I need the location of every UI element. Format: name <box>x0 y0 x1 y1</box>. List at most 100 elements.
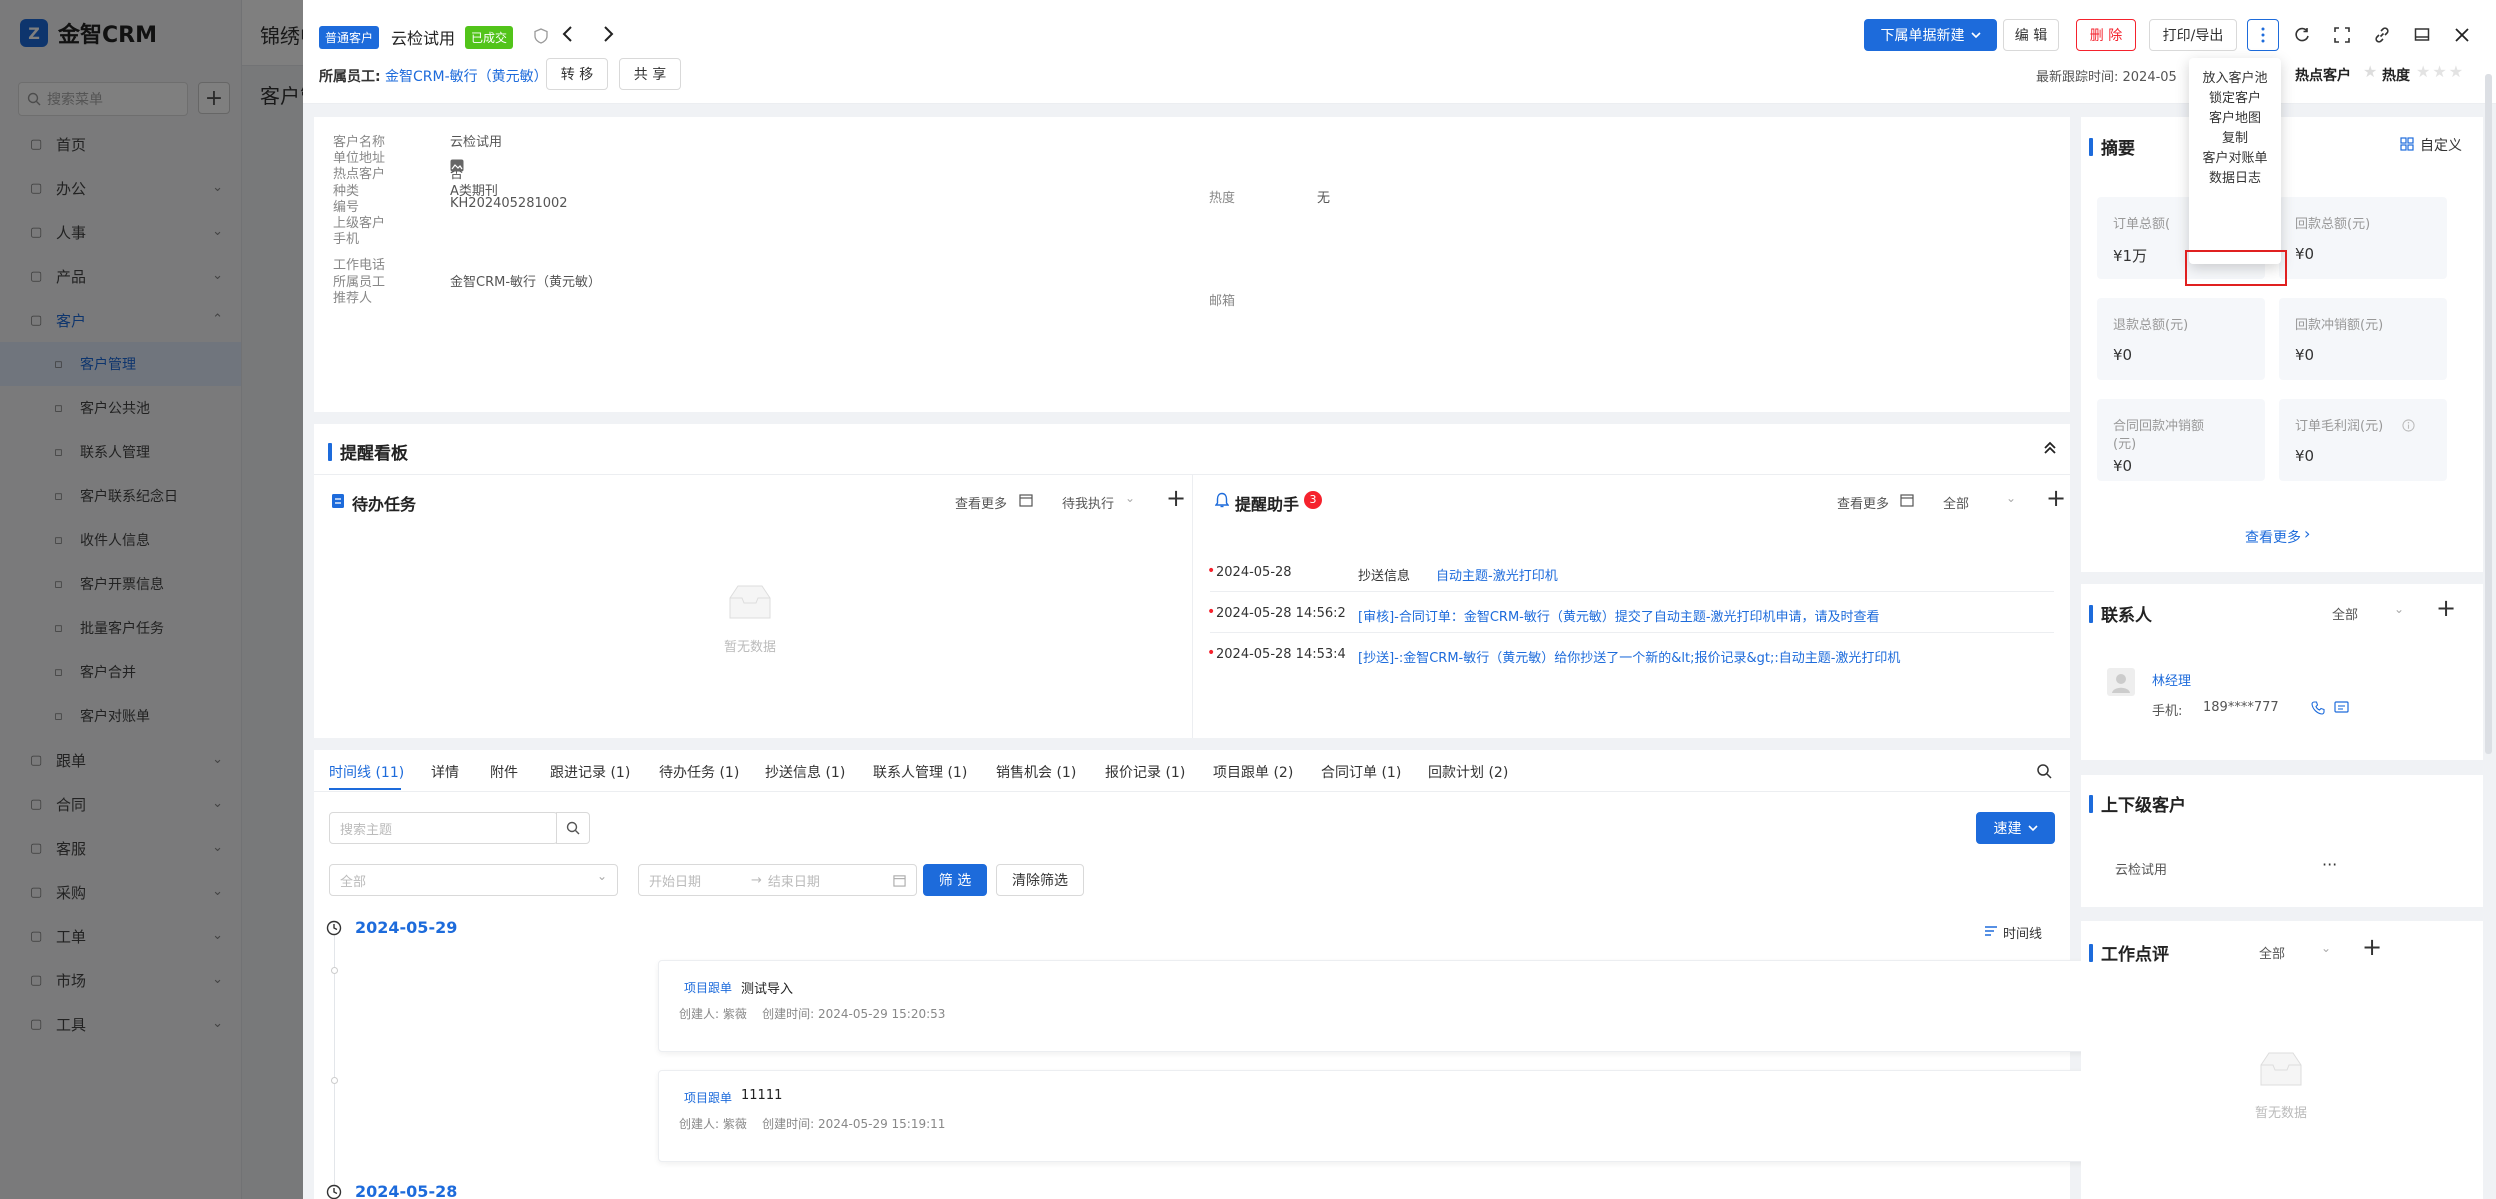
last-follow-time: 最新跟踪时间: 2024-05 <box>2036 70 2177 85</box>
timeline-date-1: 2024-05-29 <box>355 918 458 937</box>
subject-search-button[interactable] <box>556 812 590 844</box>
more-horizontal-icon[interactable]: ··· <box>2322 855 2337 874</box>
next-icon[interactable] <box>601 25 615 43</box>
add-review-icon[interactable]: + <box>2362 933 2382 961</box>
divider <box>314 791 2070 792</box>
window-mode-button[interactable] <box>2407 20 2437 50</box>
tab-item[interactable]: 待办任务 (1) <box>659 762 739 782</box>
stat-value: ¥1万 <box>2113 247 2148 265</box>
menu-item[interactable]: 锁定客户 <box>2189 87 2281 106</box>
add-todo-icon[interactable]: + <box>1166 484 1186 512</box>
todo-more-link[interactable]: 查看更多 <box>955 493 1007 512</box>
assistant-filter-select[interactable]: 全部 <box>1943 493 1969 512</box>
contact-name[interactable]: 林经理 <box>2152 670 2191 689</box>
stat-label: 回款冲销额(元) <box>2295 318 2384 333</box>
tab-item[interactable]: 详情 <box>431 762 459 782</box>
tab-item[interactable]: 报价记录 (1) <box>1105 762 1185 782</box>
reminder-board-title: 提醒看板 <box>328 439 408 464</box>
stat-label: 回款总额(元) <box>2295 217 2371 232</box>
menu-item[interactable]: 客户对账单 <box>2189 147 2281 166</box>
new-sub-document-button[interactable]: 下属单据新建 <box>1864 19 1997 51</box>
message-icon[interactable] <box>2334 701 2349 715</box>
refresh-button[interactable] <box>2287 20 2317 50</box>
reminder-tag: 抄送信息 <box>1358 569 1411 584</box>
assistant-more-link[interactable]: 查看更多 <box>1837 493 1889 512</box>
grid-icon[interactable] <box>2400 137 2414 151</box>
summary-stat[interactable]: 订单毛利润(元) ¥0 <box>2279 399 2447 481</box>
menu-item[interactable]: 数据日志 <box>2189 167 2281 186</box>
timeline-view-label[interactable]: 时间线 <box>2003 923 2042 942</box>
new-sub-label: 下属单据新建 <box>1880 28 1965 44</box>
close-drawer-button[interactable] <box>2447 20 2477 50</box>
summary-stat[interactable]: 回款总额(元) ¥0 <box>2279 197 2447 279</box>
entry-title[interactable]: 11111 <box>741 1088 782 1103</box>
fullscreen-button[interactable] <box>2327 20 2357 50</box>
tab-item[interactable]: 跟进记录 (1) <box>550 762 630 782</box>
bullet-icon: • <box>1207 563 1216 579</box>
entry-title[interactable]: 测试导入 <box>741 978 793 997</box>
print-export-button[interactable]: 打印/导出 <box>2149 19 2237 51</box>
heat-stars-icon[interactable]: ★★★ <box>2416 62 2465 81</box>
calendar-icon[interactable] <box>1019 493 1033 507</box>
summary-stat[interactable]: 退款总额(元) ¥0 <box>2097 298 2265 380</box>
tab-item[interactable]: 项目跟单 (2) <box>1213 762 1293 782</box>
review-filter-select[interactable]: 全部 <box>2259 943 2285 962</box>
email-field-label: 邮箱 <box>1209 294 1236 309</box>
date-range-picker[interactable]: 开始日期 → 结束日期 <box>638 864 917 896</box>
summary-stat[interactable]: 回款冲销额(元) ¥0 <box>2279 298 2447 380</box>
phone-icon[interactable] <box>2311 701 2325 715</box>
tab-item[interactable]: 销售机会 (1) <box>996 762 1076 782</box>
edit-button[interactable]: 编 辑 <box>2003 19 2059 51</box>
tab-item[interactable]: 附件 <box>490 762 518 782</box>
subject-search-input[interactable]: 搜索主题 <box>329 812 558 844</box>
avatar <box>2107 668 2135 696</box>
reminder-link[interactable]: [抄送]-:金智CRM-敏行（黄元敏）给你抄送了一个新的&lt;报价记录&gt;… <box>1358 647 1900 666</box>
bullet-icon: • <box>1207 604 1216 620</box>
filter-button[interactable]: 筛 选 <box>923 864 987 896</box>
add-contact-icon[interactable]: + <box>2436 594 2456 622</box>
owner-name[interactable]: 金智CRM-敏行（黄元敏） <box>385 66 548 86</box>
type-filter-select[interactable]: 全部 ⌄ <box>329 864 618 896</box>
share-button[interactable]: 共 享 <box>619 58 681 90</box>
tab-item[interactable]: 回款计划 (2) <box>1428 762 1508 782</box>
chevron-right-icon[interactable]: › <box>2304 524 2310 543</box>
heat-label: 热度 <box>2382 68 2410 84</box>
heat-field-label: 热度 <box>1209 191 1236 206</box>
prev-icon[interactable] <box>561 25 575 43</box>
menu-item[interactable]: 客户地图 <box>2189 107 2281 126</box>
map-image-icon[interactable] <box>450 159 464 172</box>
add-reminder-icon[interactable]: + <box>2046 484 2066 512</box>
stat-label: 订单总额( <box>2113 217 2171 232</box>
search-icon[interactable] <box>2036 763 2052 779</box>
tab-item[interactable]: 时间线 (11) <box>329 762 404 782</box>
tab-item[interactable]: 合同订单 (1) <box>1321 762 1401 782</box>
hot-star-icon[interactable]: ★ <box>2363 62 2377 81</box>
transfer-button[interactable]: 转 移 <box>546 58 608 90</box>
info-icon[interactable] <box>2402 419 2415 432</box>
todo-filter-select[interactable]: 待我执行 <box>1062 493 1114 512</box>
clear-filter-button[interactable]: 清除筛选 <box>996 864 1084 896</box>
link-icon <box>2375 27 2389 43</box>
menu-item[interactable]: 放入客户池 <box>2189 67 2281 86</box>
delete-button[interactable]: 删 除 <box>2076 19 2136 51</box>
summary-stat[interactable]: 合同回款冲销额 (元) ¥0 <box>2097 399 2265 481</box>
tab-item[interactable]: 抄送信息 (1) <box>765 762 845 782</box>
tab-item[interactable]: 联系人管理 (1) <box>873 762 967 782</box>
scrollbar[interactable] <box>2485 74 2492 754</box>
quick-new-button[interactable]: 速建 <box>1976 812 2055 844</box>
more-actions-menu: 放入客户池 锁定客户 客户地图 复制 客户对账单 数据日志 <box>2189 58 2281 264</box>
fullscreen-icon <box>2334 27 2350 43</box>
reminder-link[interactable]: 自动主题-激光打印机 <box>1436 565 1558 584</box>
more-actions-button[interactable] <box>2247 19 2279 51</box>
calendar-icon[interactable] <box>1900 493 1914 507</box>
copy-link-button[interactable] <box>2367 20 2397 50</box>
shield-icon[interactable] <box>534 28 548 44</box>
contacts-filter-select[interactable]: 全部 <box>2332 604 2358 623</box>
chevron-down-icon <box>2027 824 2038 831</box>
parent-customer-item[interactable]: 云检试用 <box>2115 859 2167 878</box>
collapse-icon[interactable] <box>2042 440 2058 456</box>
reminder-link[interactable]: [审核]-合同订单：金智CRM-敏行（黄元敏）提交了自动主题-激光打印机申请，请… <box>1358 606 1880 625</box>
summary-more-link[interactable]: 查看更多 <box>2245 527 2301 547</box>
menu-item[interactable]: 复制 <box>2189 127 2281 146</box>
customize-link[interactable]: 自定义 <box>2420 135 2462 155</box>
